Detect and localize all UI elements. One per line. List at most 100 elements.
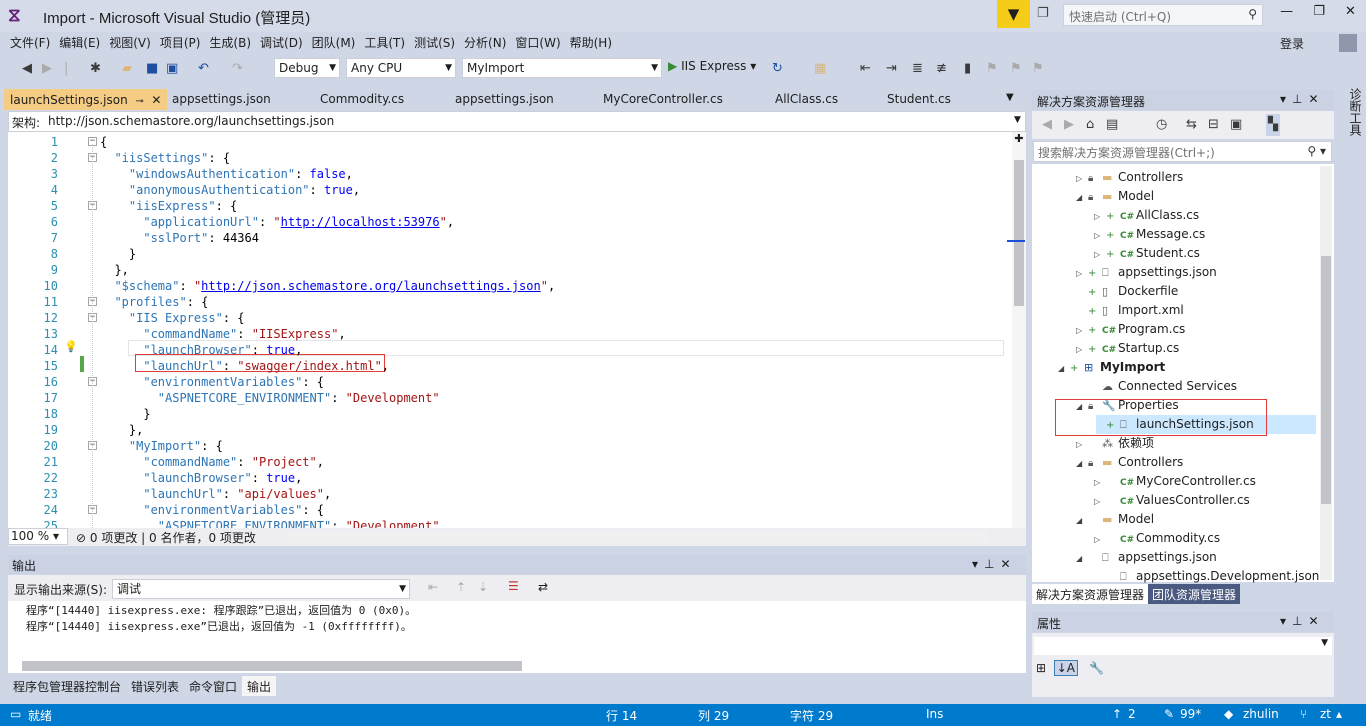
feedback-filter-icon[interactable]: ▼ [997, 0, 1030, 28]
properties-object-select[interactable]: ▼ [1034, 637, 1332, 655]
menu-window[interactable]: 窗口(W) [515, 32, 569, 54]
bookmark-clear-icon[interactable]: ⚑ [1032, 58, 1044, 80]
code-editor[interactable]: 1 2 3 4 5 6 7 8 9 10 11 12 13 14 15 16 17 18 19 20 21 22 23 24 2… [8, 132, 1026, 528]
show-all-files-icon[interactable]: ▣ [1230, 114, 1242, 136]
code-line[interactable]: "iisExpress": { [100, 198, 237, 214]
clear-all-icon[interactable]: ☰ [508, 579, 519, 593]
save-all-icon[interactable]: ▣ [166, 58, 178, 80]
tab-allclass-cs[interactable]: AllClass.cs [775, 89, 838, 110]
code-line[interactable]: } [100, 246, 136, 262]
properties-icon[interactable]: ▚ [1266, 114, 1280, 136]
tab-launchsettings-json[interactable]: launchSettings.json ⊸ ✕ [4, 89, 168, 110]
expand-icon[interactable]: ▷ [1094, 226, 1106, 245]
code-line[interactable]: "$schema": "http://json.schemastore.org/… [100, 278, 555, 294]
minimize-icon[interactable]: — [1280, 4, 1293, 26]
tree-item[interactable]: + ▯ Import.xml [1076, 301, 1184, 320]
status-pencil[interactable]: 99* [1180, 707, 1201, 721]
tab-appsettings-json-2[interactable]: appsettings.json [455, 89, 554, 110]
startup-project-select[interactable]: MyImport ▼ [462, 58, 662, 78]
step-over-icon[interactable]: ⇥ [886, 58, 897, 80]
code-line[interactable]: "sslPort": 44364 [100, 230, 259, 246]
pin-icon[interactable]: ⊥ [1292, 614, 1308, 628]
chevron-down-icon[interactable]: ▾ [1280, 92, 1292, 106]
tree-item[interactable]: ▷ + C# Startup.cs [1076, 339, 1179, 358]
tree-item[interactable]: ◢ + ⊞ MyImport [1058, 358, 1165, 377]
uncomment-icon[interactable]: ≢ [936, 58, 947, 80]
code-line[interactable]: "launchUrl": "swagger/index.html", [100, 358, 389, 374]
code-line[interactable]: "iisSettings": { [100, 150, 230, 166]
code-line[interactable]: "anonymousAuthentication": true, [100, 182, 360, 198]
menu-project[interactable]: 项目(P) [160, 32, 210, 54]
wrench-icon[interactable]: 🔧 [1089, 661, 1104, 675]
new-project-icon[interactable]: ✱ [90, 58, 101, 80]
save-icon[interactable]: ■ [146, 58, 158, 80]
quick-launch-input[interactable]: 快速启动 (Ctrl+Q) ⚲ [1063, 4, 1263, 26]
editor-horizontal-scrollbar[interactable] [288, 531, 988, 543]
tree-item[interactable]: ▷ + C# Student.cs [1094, 244, 1200, 263]
tree-item[interactable]: ▷ C# Commodity.cs [1094, 529, 1220, 548]
tree-item[interactable]: ▷ ⁂ 依赖项 [1076, 434, 1154, 453]
code-line[interactable]: "MyImport": { [100, 438, 223, 454]
status-user[interactable]: zhulin [1243, 707, 1279, 721]
code-line[interactable]: "windowsAuthentication": false, [100, 166, 353, 182]
pin-icon[interactable]: ⊸ [135, 96, 143, 107]
tab-appsettings-json[interactable]: appsettings.json [172, 89, 271, 110]
close-icon[interactable]: ✕ [1000, 557, 1016, 571]
pin-icon[interactable]: ⊥ [1292, 92, 1308, 106]
categorized-icon[interactable]: ⊞ [1036, 661, 1046, 675]
close-icon[interactable]: ✕ [151, 93, 161, 107]
code-line[interactable]: "launchBrowser": true, [100, 342, 302, 358]
expand-icon[interactable]: ▷ [1094, 245, 1106, 264]
back-icon[interactable]: ◀ [22, 58, 32, 80]
collapse-icon[interactable]: ◢ [1076, 188, 1088, 207]
collapse-icon[interactable]: ◢ [1058, 359, 1070, 378]
tree-item[interactable]: + ▯ Dockerfile [1076, 282, 1178, 301]
schema-url[interactable]: http://json.schemastore.org/launchsettin… [48, 114, 334, 128]
sync-icon[interactable]: ⇆ [1186, 114, 1197, 136]
menu-analyze[interactable]: 分析(N) [464, 32, 515, 54]
tab-output[interactable]: 输出 [242, 676, 277, 696]
code-line[interactable]: }, [100, 262, 128, 278]
code-line[interactable]: }, [100, 422, 143, 438]
split-icon[interactable]: ✚ [1012, 132, 1026, 146]
tab-package-manager-console[interactable]: 程序包管理器控制台 [8, 676, 126, 696]
alphabetical-icon[interactable]: ↓A [1053, 660, 1078, 676]
find-message-icon[interactable]: ⇤ [428, 580, 438, 594]
tree-item[interactable]: ◢ 🔒︎ ▬ Controllers [1076, 453, 1183, 472]
tab-command-window[interactable]: 命令窗口 [184, 676, 242, 696]
sign-in-link[interactable]: 登录 [1280, 35, 1304, 52]
up-arrow-icon[interactable]: ↑ [1112, 707, 1122, 721]
code-line[interactable]: "ASPNETCORE_ENVIRONMENT": "Development" [100, 390, 440, 406]
scrollbar-thumb[interactable] [1014, 160, 1024, 306]
home-icon[interactable]: ⌂ [1086, 114, 1094, 136]
back-icon[interactable]: ◀ [1042, 114, 1052, 136]
tree-item[interactable]: ◢ ⎕ appsettings.json [1076, 548, 1217, 567]
diagnostic-tools-tab[interactable]: 诊断工具 [1338, 88, 1364, 148]
tree-item[interactable]: ◢ 🔒︎ ▬ Model [1076, 187, 1154, 206]
undo-icon[interactable]: ↶ [198, 58, 209, 80]
menu-tools[interactable]: 工具(T) [364, 32, 414, 54]
maximize-icon[interactable]: ❐ [1313, 4, 1325, 26]
tree-item[interactable]: ▷ + C# Message.cs [1094, 225, 1205, 244]
open-folder-icon[interactable]: ▰ [122, 58, 132, 80]
code-line[interactable]: "commandName": "Project", [100, 454, 324, 470]
bookmark-next-icon[interactable]: ⚑ [1010, 58, 1022, 80]
chevron-down-icon[interactable]: ▾ [1280, 614, 1292, 628]
code-line[interactable]: "environmentVariables": { [100, 502, 324, 518]
code-line[interactable]: { [100, 134, 107, 150]
chevron-down-icon[interactable]: ▾ [972, 557, 984, 571]
code-line[interactable]: "launchUrl": "api/values", [100, 486, 331, 502]
collapse-icon[interactable]: ◢ [1076, 511, 1088, 530]
solution-search-input[interactable]: 搜索解决方案资源管理器(Ctrl+;) ⚲ ▾ [1033, 141, 1332, 162]
chevron-down-icon[interactable]: ▼ [1014, 115, 1021, 125]
expand-icon[interactable]: ▷ [1076, 435, 1088, 454]
tab-overflow-icon[interactable]: ▼ [1006, 92, 1014, 103]
word-wrap-icon[interactable]: ⇄ [538, 580, 548, 594]
redo-icon[interactable]: ↷ [232, 58, 243, 80]
forward-icon[interactable]: ▶ [42, 58, 52, 80]
pencil-icon[interactable]: ✎ [1164, 707, 1174, 721]
menu-test[interactable]: 测试(S) [414, 32, 464, 54]
scrollbar-thumb[interactable] [1321, 256, 1331, 504]
tab-student-cs[interactable]: Student.cs [887, 89, 951, 110]
pin-icon[interactable]: ⊥ [984, 557, 1000, 571]
